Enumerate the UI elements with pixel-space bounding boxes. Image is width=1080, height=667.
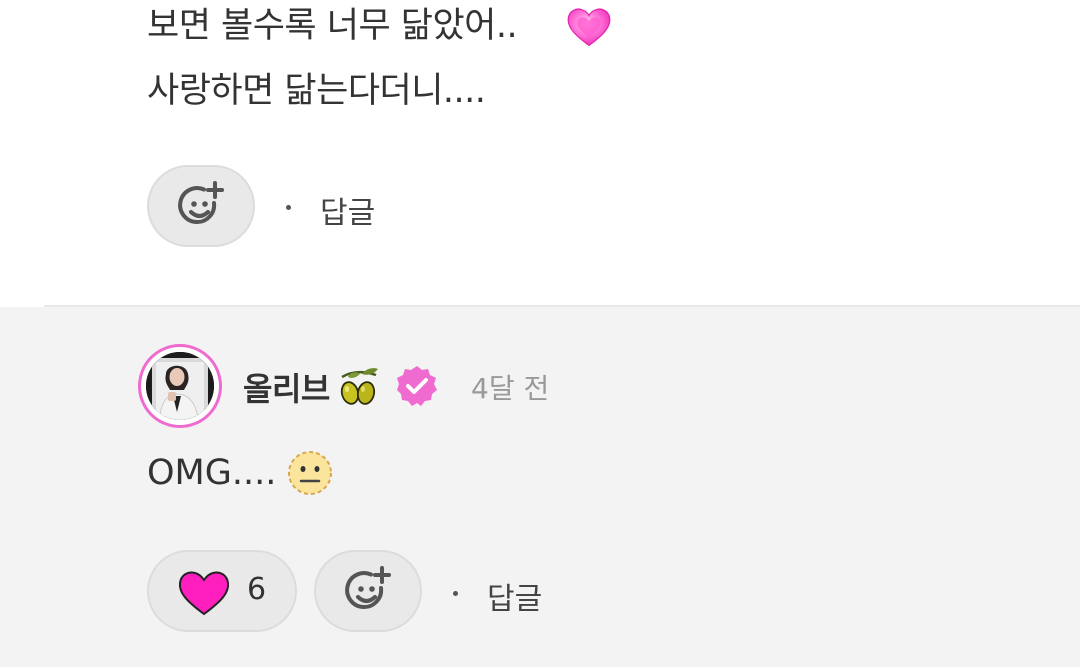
separator-dot: [286, 205, 291, 210]
heart-icon: [178, 571, 230, 616]
like-button[interactable]: 6: [147, 550, 297, 632]
avatar-photo: [146, 352, 214, 420]
add-reaction-button[interactable]: [147, 165, 255, 247]
add-reaction-icon: [345, 566, 391, 609]
reply-link[interactable]: 답글: [487, 574, 542, 618]
verified-badge-icon: [397, 366, 437, 406]
like-count: 6: [247, 572, 267, 607]
comment-1-line-1: 보면 볼수록 너무 닮았어..: [147, 6, 518, 46]
neutral-face-emoji: [288, 451, 332, 495]
olive-emoji: [340, 368, 378, 405]
add-reaction-button[interactable]: [314, 550, 422, 632]
avatar[interactable]: [138, 344, 222, 428]
comment-1-line-2: 사랑하면 닮는다더니....: [147, 71, 486, 111]
comment-card-1: 보면 볼수록 너무 닮았어.. 사랑하면 닮는다더니.... 답글: [0, 0, 1080, 305]
add-reaction-icon: [178, 181, 224, 224]
username[interactable]: 올리브: [243, 364, 330, 410]
timestamp: 4달 전: [471, 372, 550, 405]
reply-link[interactable]: 답글: [320, 188, 375, 232]
separator-dot: [453, 591, 458, 596]
comment-2-text: OMG....: [147, 453, 277, 493]
divider: [0, 305, 44, 307]
growing-heart-emoji: [567, 8, 611, 47]
avatar-image: [146, 352, 214, 420]
